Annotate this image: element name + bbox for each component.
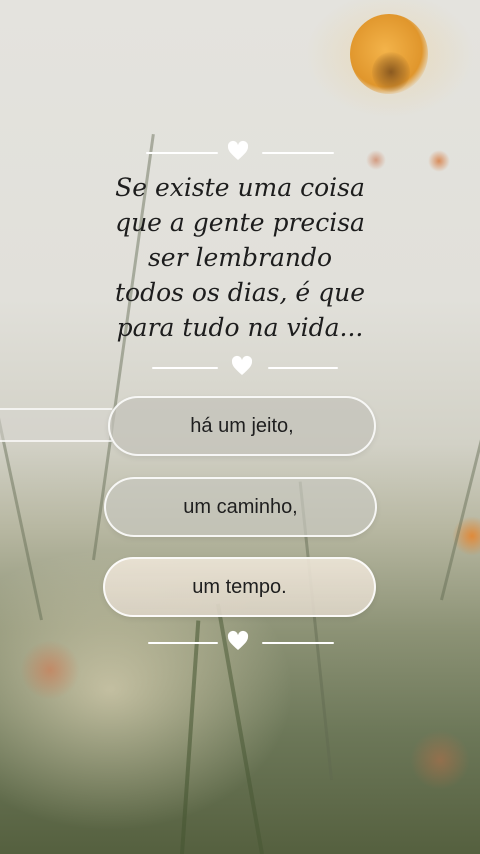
option-label: um caminho, xyxy=(183,495,298,518)
divider-line xyxy=(152,367,218,369)
divider-top xyxy=(0,140,480,163)
divider-middle xyxy=(0,355,480,378)
divider-line xyxy=(262,642,334,644)
option-label: um tempo. xyxy=(192,575,287,598)
divider-line xyxy=(148,642,218,644)
heart-icon xyxy=(227,140,249,160)
heart-icon xyxy=(231,355,253,375)
heart-icon xyxy=(227,630,249,650)
quote-line: Se existe uma coisa xyxy=(115,173,365,202)
grass-stem xyxy=(440,308,480,601)
quote-line: que a gente precisa xyxy=(115,208,365,237)
quote-line: todos os dias, é que xyxy=(114,278,366,307)
quote-line: para tudo na vida... xyxy=(116,313,364,342)
divider-line xyxy=(146,152,218,154)
divider-line xyxy=(262,152,334,154)
flower-decoration xyxy=(372,52,410,92)
quote-line: ser lembrando xyxy=(147,243,333,272)
divider-bottom xyxy=(0,630,480,653)
grass-stem xyxy=(0,365,43,621)
option-button[interactable]: um tempo. xyxy=(103,557,376,617)
flower-decoration xyxy=(410,730,470,790)
grass-stem xyxy=(180,620,201,854)
divider-line xyxy=(268,367,338,369)
quote-text: Se existe uma coisa que a gente precisa … xyxy=(60,170,420,345)
option-button[interactable]: há um jeito, xyxy=(108,396,376,456)
option-bar-tail xyxy=(0,408,112,442)
option-label: há um jeito, xyxy=(190,414,294,437)
option-button[interactable]: um caminho, xyxy=(104,477,377,537)
